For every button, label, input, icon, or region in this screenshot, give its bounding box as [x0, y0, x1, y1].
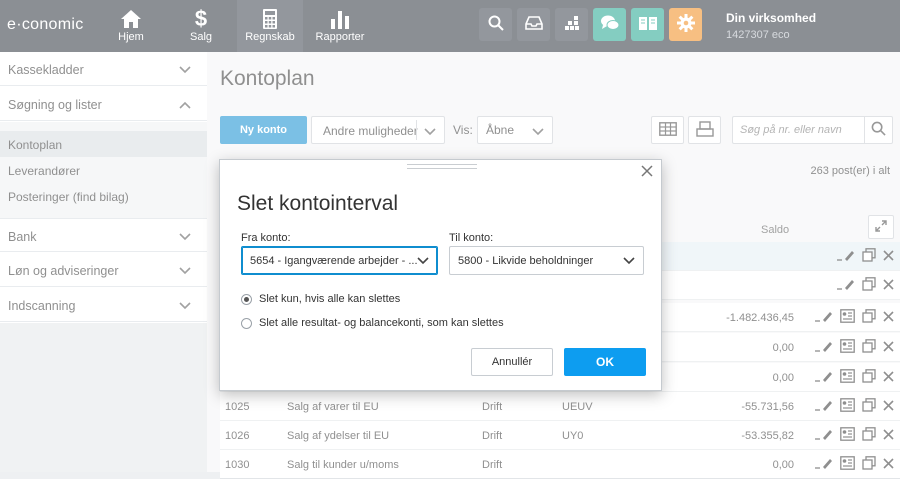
ok-button[interactable]: OK: [564, 348, 646, 376]
to-account-select[interactable]: 5800 - Likvide beholdninger: [449, 246, 644, 275]
radio-button[interactable]: [241, 317, 252, 329]
chevron-down-icon: [623, 256, 635, 268]
chevron-down-icon: [417, 256, 429, 268]
to-account-label: Til konto:: [449, 232, 494, 244]
to-account-value: 5800 - Likvide beholdninger: [458, 254, 594, 267]
radio-delete-all-deletable[interactable]: Slet alle resultat- og balancekonti, som…: [241, 317, 504, 329]
radio-label: Slet kun, hvis alle kan slettes: [259, 293, 401, 305]
radio-button-selected[interactable]: [241, 293, 252, 305]
delete-account-range-dialog: Slet kontointerval Fra konto: Til konto:…: [219, 159, 662, 391]
close-button[interactable]: [639, 164, 655, 180]
close-icon: [641, 164, 653, 180]
from-account-value: 5654 - Igangværende arbejder - ...: [250, 254, 418, 267]
from-account-label: Fra konto:: [241, 232, 291, 244]
dialog-title: Slet kontointerval: [237, 192, 399, 215]
cancel-button[interactable]: Annullér: [471, 348, 553, 376]
drag-handle[interactable]: [407, 164, 477, 169]
radio-label: Slet alle resultat- og balancekonti, som…: [259, 317, 504, 329]
from-account-select[interactable]: 5654 - Igangværende arbejder - ...: [241, 246, 438, 275]
radio-delete-only-if-all[interactable]: Slet kun, hvis alle kan slettes: [241, 293, 400, 305]
